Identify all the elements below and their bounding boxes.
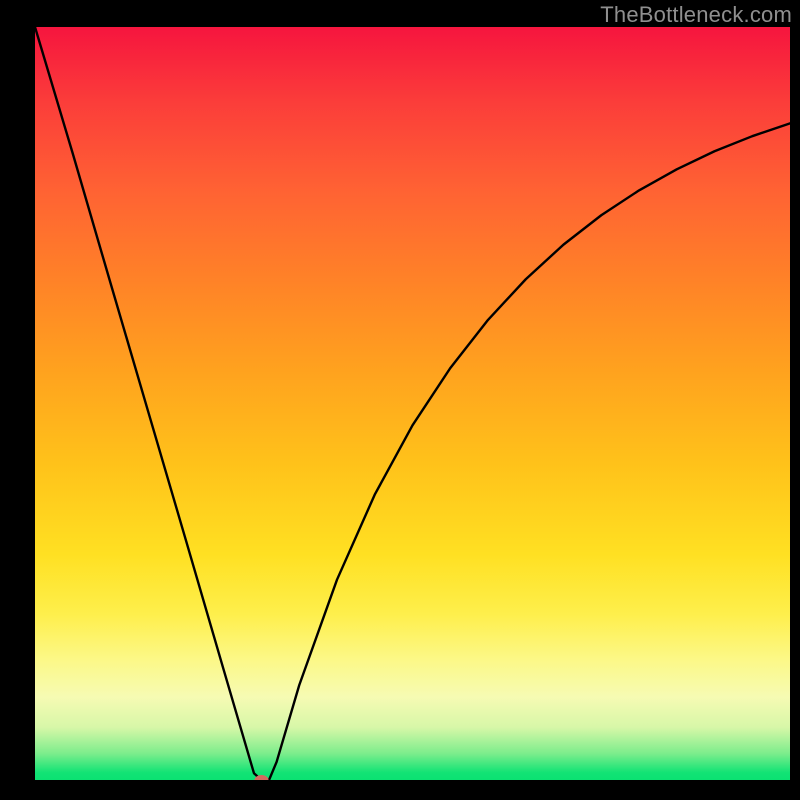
bottleneck-curve [35,27,790,780]
curve-layer [35,27,790,780]
chart-frame: TheBottleneck.com [0,0,800,800]
plot-area [35,27,790,780]
watermark-label: TheBottleneck.com [600,2,792,28]
